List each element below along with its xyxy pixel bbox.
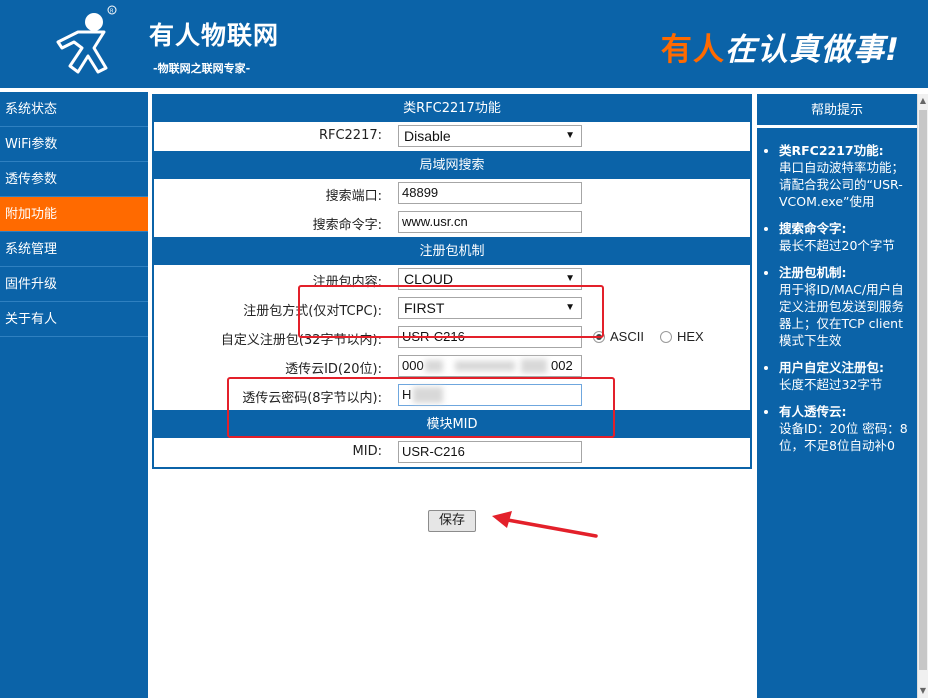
sidebar-item-transparent-params[interactable]: 透传参数: [0, 162, 148, 197]
rfc2217-select[interactable]: Disable ▼: [398, 125, 582, 147]
running-man-logo-icon: R: [56, 5, 117, 74]
sidebar-item-wifi-params[interactable]: WiFi参数: [0, 127, 148, 162]
help-item: 类RFC2217功能:串口自动波特率功能；请配合我公司的“USR-VCOM.ex…: [779, 142, 911, 210]
help-item: 用户自定义注册包:长度不超过32字节: [779, 359, 911, 393]
search-command-input[interactable]: www.usr.cn: [398, 211, 582, 233]
slogan-rest: 在认真做事!: [724, 32, 900, 68]
sidebar-item-about[interactable]: 关于有人: [0, 302, 148, 337]
cloud-id-suffix: 002: [551, 358, 573, 373]
slogan-highlight: 有人: [660, 32, 725, 68]
mid-label: MID:: [352, 444, 382, 459]
dropdown-arrow-icon: ▼: [565, 130, 575, 141]
row-search-port: 搜索端口: 48899: [154, 179, 750, 208]
sidebar-item-firmware-upgrade[interactable]: 固件升级: [0, 267, 148, 302]
help-title: 帮助提示: [757, 94, 917, 128]
rfc2217-label: RFC2217:: [318, 128, 382, 143]
section-rfc2217: 类RFC2217功能 RFC2217: Disable ▼: [152, 94, 752, 151]
section-lan-search: 局域网搜索 搜索端口: 48899 搜索命令字: www.usr.cn: [152, 151, 752, 237]
row-mid: MID: USR-C216: [154, 438, 750, 467]
cloud-id-prefix: 000: [402, 358, 424, 373]
help-list: 类RFC2217功能:串口自动波特率功能；请配合我公司的“USR-VCOM.ex…: [757, 128, 917, 454]
app-window: R 有人物联网 -物联网之联网专家- 有人在认真做事! 系统状态 WiFi参数 …: [0, 0, 928, 698]
annotation-box-cloud-credentials: [227, 377, 615, 438]
scroll-up-arrow-icon[interactable]: ▲: [918, 94, 928, 108]
annotation-box-register-settings: [298, 285, 604, 338]
help-item: 注册包机制:用于将ID/MAC/用户自定义注册包发送到服务器上；仅在TCP cl…: [779, 264, 911, 349]
row-rfc2217: RFC2217: Disable ▼: [154, 122, 750, 151]
save-button[interactable]: 保存: [428, 510, 476, 532]
redaction-blur: [455, 361, 515, 371]
slogan: 有人在认真做事!: [661, 24, 900, 69]
search-port-label: 搜索端口:: [325, 189, 382, 204]
search-command-label: 搜索命令字:: [312, 218, 382, 233]
redaction-blur: [425, 360, 443, 372]
scroll-thumb[interactable]: [919, 110, 927, 670]
row-search-command: 搜索命令字: www.usr.cn: [154, 208, 750, 237]
svg-text:R: R: [110, 9, 114, 15]
sidebar-item-system-status[interactable]: 系统状态: [0, 92, 148, 127]
brand-subtitle: -物联网之联网专家-: [153, 62, 251, 75]
sidebar-nav: 系统状态 WiFi参数 透传参数 附加功能 系统管理 固件升级 关于有人: [0, 92, 148, 698]
hex-radio[interactable]: [660, 331, 672, 343]
sidebar-item-extra-functions[interactable]: 附加功能: [0, 197, 148, 232]
section-title-register-packet: 注册包机制: [154, 239, 750, 265]
search-port-input[interactable]: 48899: [398, 182, 582, 204]
settings-form: 类RFC2217功能 RFC2217: Disable ▼ 局域网搜索 搜索端口:…: [152, 94, 752, 538]
help-item: 搜索命令字:最长不超过20个字节: [779, 220, 911, 254]
annotation-arrow-icon: [492, 511, 598, 538]
cloud-id-input[interactable]: 000 002: [398, 355, 582, 377]
section-title-rfc2217: 类RFC2217功能: [154, 96, 750, 122]
help-panel: 帮助提示 类RFC2217功能:串口自动波特率功能；请配合我公司的“USR-VC…: [757, 94, 917, 698]
cloud-id-label: 透传云ID(20位):: [285, 362, 382, 377]
section-title-lan-search: 局域网搜索: [154, 153, 750, 179]
sidebar-item-system-management[interactable]: 系统管理: [0, 232, 148, 267]
mid-input[interactable]: USR-C216: [398, 441, 582, 463]
header: R 有人物联网 -物联网之联网专家- 有人在认真做事!: [0, 0, 928, 88]
ascii-radio-label: ASCII: [610, 329, 644, 344]
help-item: 有人透传云:设备ID：20位 密码：8位，不足8位自动补0: [779, 403, 911, 454]
redaction-blur: [521, 359, 547, 373]
scrollbar[interactable]: ▲ ▼: [917, 94, 928, 698]
brand-name: 有人物联网: [149, 21, 280, 50]
hex-radio-label: HEX: [677, 329, 704, 344]
scroll-down-arrow-icon[interactable]: ▼: [918, 684, 928, 698]
